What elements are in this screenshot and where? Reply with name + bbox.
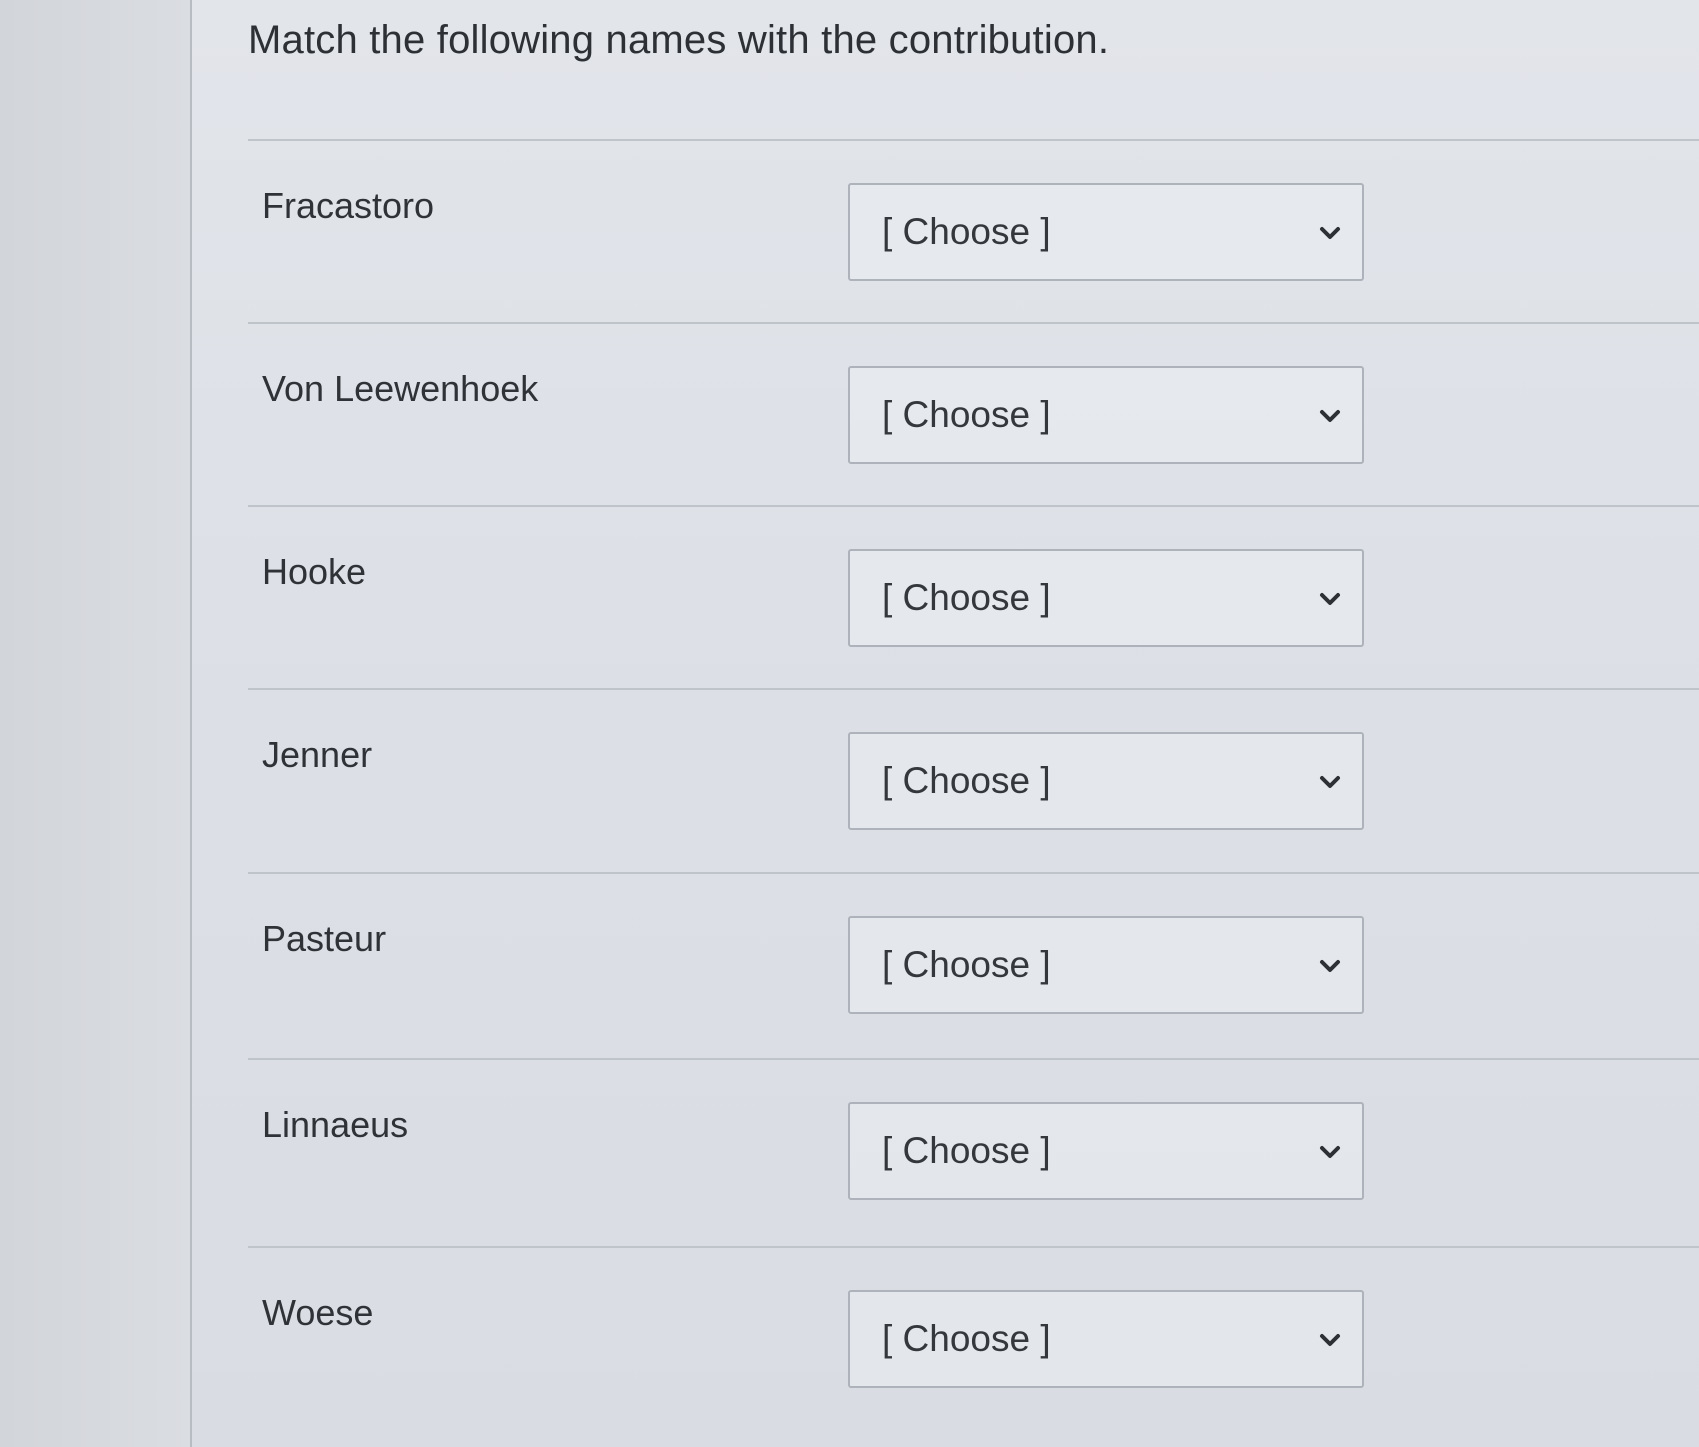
match-term: Von Leewenhoek xyxy=(262,368,539,409)
dropdown-selected-value: [ Choose ] xyxy=(882,760,1051,801)
dropdown-selected-value: [ Choose ] xyxy=(882,1130,1051,1171)
question-content: Match the following names with the contr… xyxy=(192,0,1699,1447)
chevron-down-icon xyxy=(1320,1146,1340,1158)
dropdown-selected-value: [ Choose ] xyxy=(882,394,1051,435)
answer-dropdown[interactable]: [ Choose ] xyxy=(848,183,1364,281)
match-row-von-leewenhoek: Von Leewenhoek [ Choose ] xyxy=(248,324,1699,507)
chevron-down-icon xyxy=(1320,776,1340,788)
chevron-down-icon xyxy=(1320,410,1340,422)
answer-dropdown[interactable]: [ Choose ] xyxy=(848,366,1364,464)
match-term: Linnaeus xyxy=(262,1104,409,1145)
match-row-jenner: Jenner [ Choose ] xyxy=(248,690,1699,873)
answer-dropdown[interactable]: [ Choose ] xyxy=(848,1290,1364,1388)
chevron-down-icon xyxy=(1320,1334,1340,1346)
answer-dropdown[interactable]: [ Choose ] xyxy=(848,916,1364,1014)
match-row-pasteur: Pasteur [ Choose ] xyxy=(248,874,1699,1057)
match-term: Hooke xyxy=(262,551,367,592)
answer-dropdown[interactable]: [ Choose ] xyxy=(848,732,1364,830)
question-prompt: Match the following names with the contr… xyxy=(248,18,1110,62)
dropdown-selected-value: [ Choose ] xyxy=(882,1318,1051,1359)
dropdown-selected-value: [ Choose ] xyxy=(882,577,1051,618)
match-term: Pasteur xyxy=(262,918,387,959)
match-row-hooke: Hooke [ Choose ] xyxy=(248,507,1699,690)
chevron-down-icon xyxy=(1320,227,1340,239)
left-sidebar xyxy=(0,0,192,1447)
match-row-woese: Woese [ Choose ] xyxy=(248,1248,1699,1431)
match-term: Jenner xyxy=(262,734,373,775)
chevron-down-icon xyxy=(1320,593,1340,605)
answer-dropdown[interactable]: [ Choose ] xyxy=(848,549,1364,647)
match-term: Fracastoro xyxy=(262,185,435,226)
match-row-linnaeus: Linnaeus [ Choose ] xyxy=(248,1060,1699,1243)
match-term: Woese xyxy=(262,1292,374,1333)
dropdown-selected-value: [ Choose ] xyxy=(882,944,1051,985)
match-row-fracastoro: Fracastoro [ Choose ] xyxy=(248,141,1699,324)
dropdown-selected-value: [ Choose ] xyxy=(882,211,1051,252)
chevron-down-icon xyxy=(1320,960,1340,972)
quiz-page: Match the following names with the contr… xyxy=(0,0,1699,1447)
answer-dropdown[interactable]: [ Choose ] xyxy=(848,1102,1364,1200)
